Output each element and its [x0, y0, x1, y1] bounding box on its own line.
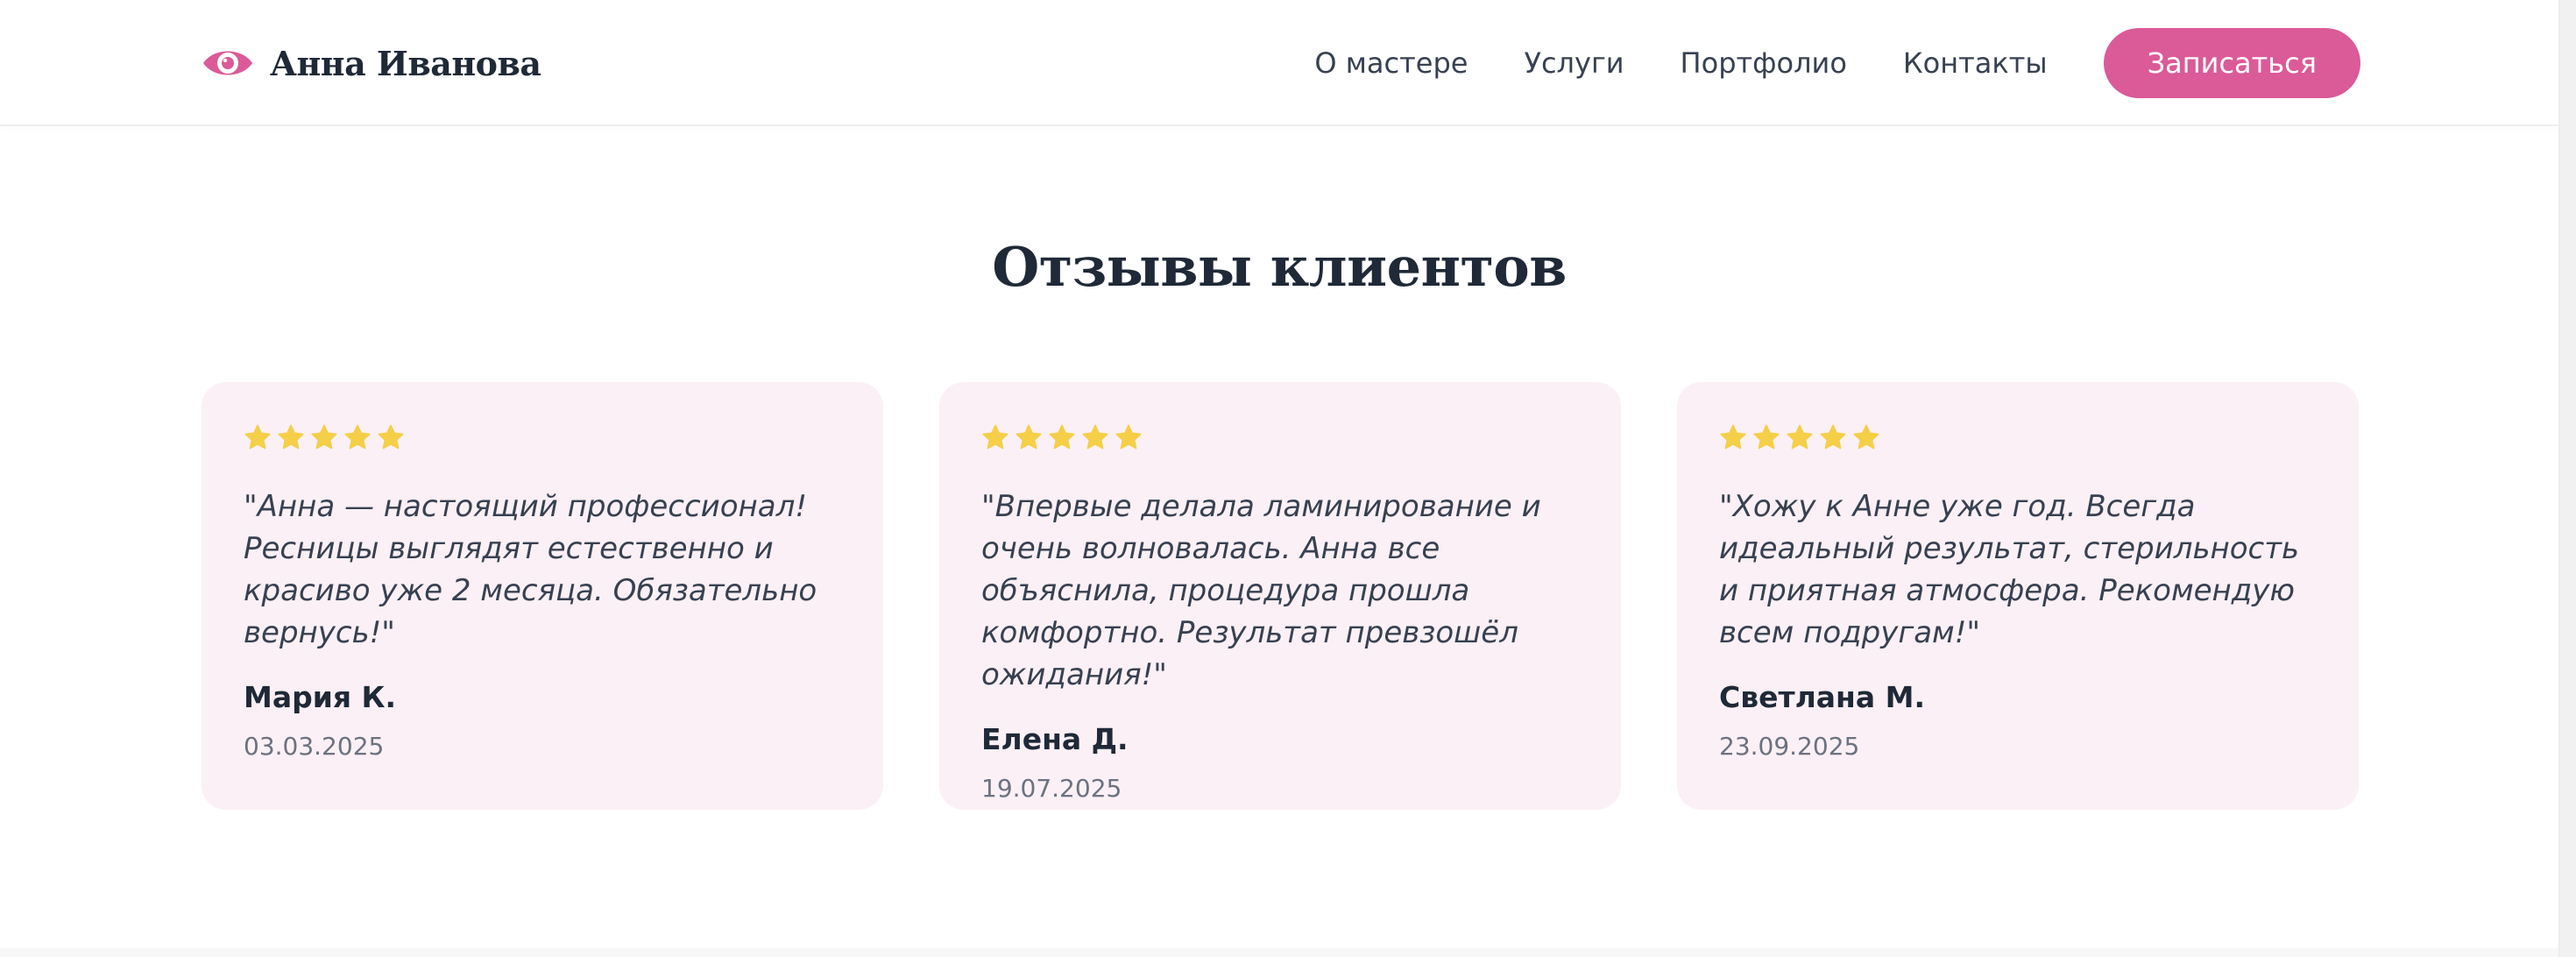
star-rating	[1719, 421, 2317, 454]
main-nav: О мастере Услуги Портфолио Контакты Запи…	[1314, 28, 2360, 98]
star-icon	[344, 424, 371, 450]
star-rating	[244, 421, 841, 454]
nav-link-services[interactable]: Услуги	[1524, 46, 1624, 80]
star-icon	[1753, 424, 1780, 450]
review-text: "Хожу к Анне уже год. Всегда идеальный р…	[1719, 489, 2300, 650]
page-scrollbar[interactable]	[2558, 0, 2576, 957]
star-icon	[1787, 424, 1813, 450]
star-icon	[1720, 424, 1746, 450]
review-card: "Анна — настоящий профессионал! Ресницы …	[202, 382, 883, 810]
review-author: Мария К.	[244, 680, 397, 714]
star-icon	[278, 424, 304, 450]
star-icon	[311, 424, 337, 450]
logo-text: Анна Иванова	[270, 43, 541, 83]
book-button[interactable]: Записаться	[2103, 28, 2360, 98]
review-author: Светлана М.	[1719, 680, 1925, 714]
site-header: Анна Иванова О мастере Услуги Портфолио …	[0, 0, 2558, 126]
nav-link-about[interactable]: О мастере	[1314, 46, 1468, 80]
star-icon	[1853, 424, 1879, 450]
review-card: "Хожу к Анне уже год. Всегда идеальный р…	[1677, 382, 2359, 810]
star-icon	[378, 424, 404, 450]
star-icon	[1115, 424, 1142, 450]
logo[interactable]: Анна Иванова	[202, 44, 541, 83]
star-icon	[244, 424, 271, 450]
star-icon	[1016, 424, 1042, 450]
nav-link-contacts[interactable]: Контакты	[1903, 46, 2048, 80]
review-author: Елена Д.	[981, 722, 1129, 756]
footer-edge	[0, 948, 2558, 957]
review-cards: "Анна — настоящий профессионал! Ресницы …	[202, 382, 2360, 810]
review-date: 03.03.2025	[244, 732, 385, 761]
star-icon	[982, 424, 1008, 450]
star-icon	[1820, 424, 1846, 450]
review-date: 23.09.2025	[1719, 732, 1860, 761]
review-card: "Впервые делала ламинирование и очень во…	[939, 382, 1621, 810]
star-icon	[1049, 424, 1075, 450]
review-date: 19.07.2025	[981, 774, 1122, 803]
star-rating	[981, 421, 1579, 454]
nav-link-portfolio[interactable]: Портфолио	[1681, 46, 1847, 80]
header-inner: Анна Иванова О мастере Услуги Портфолио …	[202, 0, 2360, 126]
section-title: Отзывы клиентов	[992, 235, 1567, 299]
eye-icon	[202, 44, 254, 82]
review-text: "Анна — настоящий профессионал! Ресницы …	[244, 489, 817, 650]
review-text: "Впервые делала ламинирование и очень во…	[981, 489, 1541, 692]
star-icon	[1082, 424, 1108, 450]
